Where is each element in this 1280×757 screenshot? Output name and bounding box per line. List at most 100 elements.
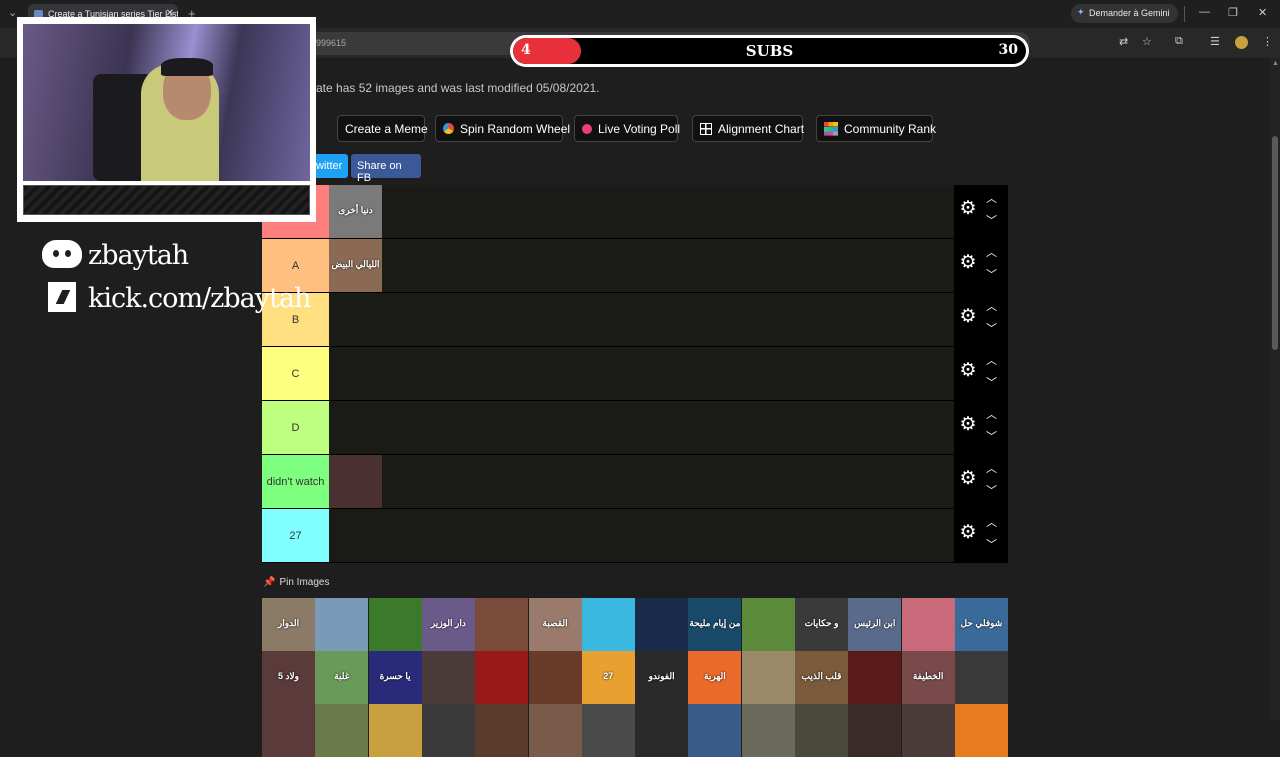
chevron-down-icon[interactable]: ﹀ xyxy=(986,536,997,552)
pool-image-tile[interactable]: الخطيفة xyxy=(901,651,955,704)
pool-image-tile[interactable] xyxy=(581,704,635,757)
address-bar-text: 999615 xyxy=(316,38,347,48)
alignment-chart-button[interactable]: Alignment Chart xyxy=(692,115,804,142)
pool-image-tile[interactable]: 5 ولاد xyxy=(262,651,315,704)
tier-label[interactable]: 27 xyxy=(262,509,329,562)
tier-drop-zone[interactable] xyxy=(329,509,954,562)
pool-image-tile[interactable] xyxy=(954,704,1008,757)
voting-poll-button[interactable]: Live Voting Poll xyxy=(574,115,680,142)
tier-drop-zone[interactable]: دنيا أخرى xyxy=(329,185,954,238)
pool-image-tile[interactable] xyxy=(901,704,955,757)
extensions-icon[interactable]: ⧉ xyxy=(1175,35,1183,48)
chevron-down-icon[interactable]: ﹀ xyxy=(986,320,997,336)
pool-image-tile[interactable] xyxy=(741,651,795,704)
pool-image-tile[interactable]: الدوار xyxy=(262,598,315,651)
chevron-down-icon[interactable]: ﹀ xyxy=(986,212,997,228)
pool-image-tile[interactable]: يا حسرة xyxy=(368,651,422,704)
chevron-up-icon[interactable]: ︿ xyxy=(986,298,997,314)
pool-image-tile[interactable] xyxy=(475,651,529,704)
gear-icon[interactable]: ⚙ xyxy=(958,469,978,489)
pool-image-tile[interactable] xyxy=(315,704,369,757)
tab-list-button[interactable]: ⌄ xyxy=(8,6,17,19)
pool-image-tile[interactable] xyxy=(848,704,902,757)
pool-image-tile[interactable]: الفوندو xyxy=(635,651,689,704)
pin-images-toggle[interactable]: 📌 Pin Images xyxy=(263,577,329,588)
close-window-button[interactable]: ✕ xyxy=(1258,6,1267,19)
pool-image-tile[interactable] xyxy=(368,704,422,757)
translate-icon[interactable]: ⇄ xyxy=(1119,35,1128,48)
tier-drop-zone[interactable]: الليالي البيض xyxy=(329,239,954,292)
pool-image-tile[interactable]: ابن الرئيس xyxy=(848,598,902,651)
pool-image-tile[interactable] xyxy=(262,704,315,757)
chevron-up-icon[interactable]: ︿ xyxy=(986,460,997,476)
chevron-down-icon[interactable]: ﹀ xyxy=(986,266,997,282)
pool-image-tile[interactable] xyxy=(315,598,369,651)
pool-image-tile[interactable] xyxy=(954,651,1008,704)
tier-image-tile[interactable] xyxy=(329,455,382,508)
pool-image-tile[interactable] xyxy=(688,704,742,757)
chevron-up-icon[interactable]: ︿ xyxy=(986,406,997,422)
pool-image-tile[interactable]: دار الوزير xyxy=(421,598,475,651)
pool-image-tile[interactable]: 27 xyxy=(581,651,635,704)
tier-image-tile[interactable]: دنيا أخرى xyxy=(329,185,382,238)
pool-image-tile[interactable] xyxy=(368,598,422,651)
tier-drop-zone[interactable] xyxy=(329,347,954,400)
tier-label[interactable]: D xyxy=(262,401,329,454)
scrollbar-thumb[interactable] xyxy=(1272,136,1278,350)
spin-wheel-button[interactable]: Spin Random Wheel xyxy=(435,115,570,142)
restore-button[interactable]: ❐ xyxy=(1228,6,1238,19)
pool-image-tile[interactable] xyxy=(848,651,902,704)
gear-icon[interactable]: ⚙ xyxy=(958,415,978,435)
chevron-up-icon[interactable]: ︿ xyxy=(986,244,997,260)
share-fb-button[interactable]: Share on FB xyxy=(351,154,421,184)
pool-image-tile[interactable]: قلب الذيب xyxy=(795,651,848,704)
gear-icon[interactable]: ⚙ xyxy=(958,361,978,381)
pool-image-tile[interactable] xyxy=(741,704,795,757)
tier-row: A الليالي البيض ⚙ ︿ ﹀ xyxy=(262,239,1008,293)
chevron-up-icon[interactable]: ︿ xyxy=(986,514,997,530)
pool-image-tile[interactable]: القصبة xyxy=(528,598,582,651)
pool-image-tile[interactable] xyxy=(635,704,689,757)
scroll-up-icon[interactable]: ▲ xyxy=(1272,60,1279,67)
pool-image-tile[interactable] xyxy=(635,598,689,651)
pool-image-tile[interactable] xyxy=(475,598,529,651)
chevron-down-icon[interactable]: ﹀ xyxy=(986,428,997,444)
star-icon[interactable]: ☆ xyxy=(1142,35,1152,48)
gear-icon[interactable]: ⚙ xyxy=(958,199,978,219)
tier-drop-zone[interactable] xyxy=(329,401,954,454)
pool-image-tile[interactable]: من إيام مليحة xyxy=(688,598,742,651)
pool-image-tile[interactable] xyxy=(421,704,475,757)
chevron-up-icon[interactable]: ︿ xyxy=(986,190,997,206)
pool-image-tile[interactable]: غلبة xyxy=(315,651,369,704)
pool-image-tile[interactable] xyxy=(581,598,635,651)
pool-image-tile[interactable] xyxy=(901,598,955,651)
menu-icon[interactable]: ⋮ xyxy=(1262,35,1273,48)
pool-image-tile[interactable] xyxy=(475,704,529,757)
pool-image-tile[interactable] xyxy=(421,651,475,704)
pool-image-tile[interactable] xyxy=(528,651,582,704)
community-rank-button[interactable]: Community Rank xyxy=(816,115,936,142)
pool-image-tile[interactable] xyxy=(795,704,848,757)
gemini-button[interactable]: Demander à Gemini xyxy=(1071,4,1178,23)
gear-icon[interactable]: ⚙ xyxy=(958,307,978,327)
create-meme-button[interactable]: Create a Meme xyxy=(337,115,428,142)
gear-icon[interactable]: ⚙ xyxy=(958,523,978,543)
tier-label[interactable]: C xyxy=(262,347,329,400)
pool-image-tile[interactable]: شوفلي حل xyxy=(954,598,1008,651)
pool-image-tile[interactable]: و حكايات xyxy=(795,598,848,651)
tier-image-tile[interactable]: الليالي البيض xyxy=(329,239,382,292)
pool-image-tile[interactable]: الهربة xyxy=(688,651,742,704)
page-scrollbar[interactable]: ▲ xyxy=(1270,58,1280,720)
pool-image-tile[interactable] xyxy=(528,704,582,757)
gear-icon[interactable]: ⚙ xyxy=(958,253,978,273)
chevron-up-icon[interactable]: ︿ xyxy=(986,352,997,368)
chevron-down-icon[interactable]: ﹀ xyxy=(986,482,997,498)
reading-list-icon[interactable]: ☰ xyxy=(1210,35,1220,48)
chevron-down-icon[interactable]: ﹀ xyxy=(986,374,997,390)
pool-image-tile[interactable] xyxy=(741,598,795,651)
profile-icon[interactable] xyxy=(1235,36,1248,49)
minimize-button[interactable]: — xyxy=(1199,6,1210,18)
tier-label[interactable]: didn't watch xyxy=(262,455,329,508)
tier-drop-zone[interactable] xyxy=(329,293,954,346)
tier-drop-zone[interactable] xyxy=(329,455,954,508)
